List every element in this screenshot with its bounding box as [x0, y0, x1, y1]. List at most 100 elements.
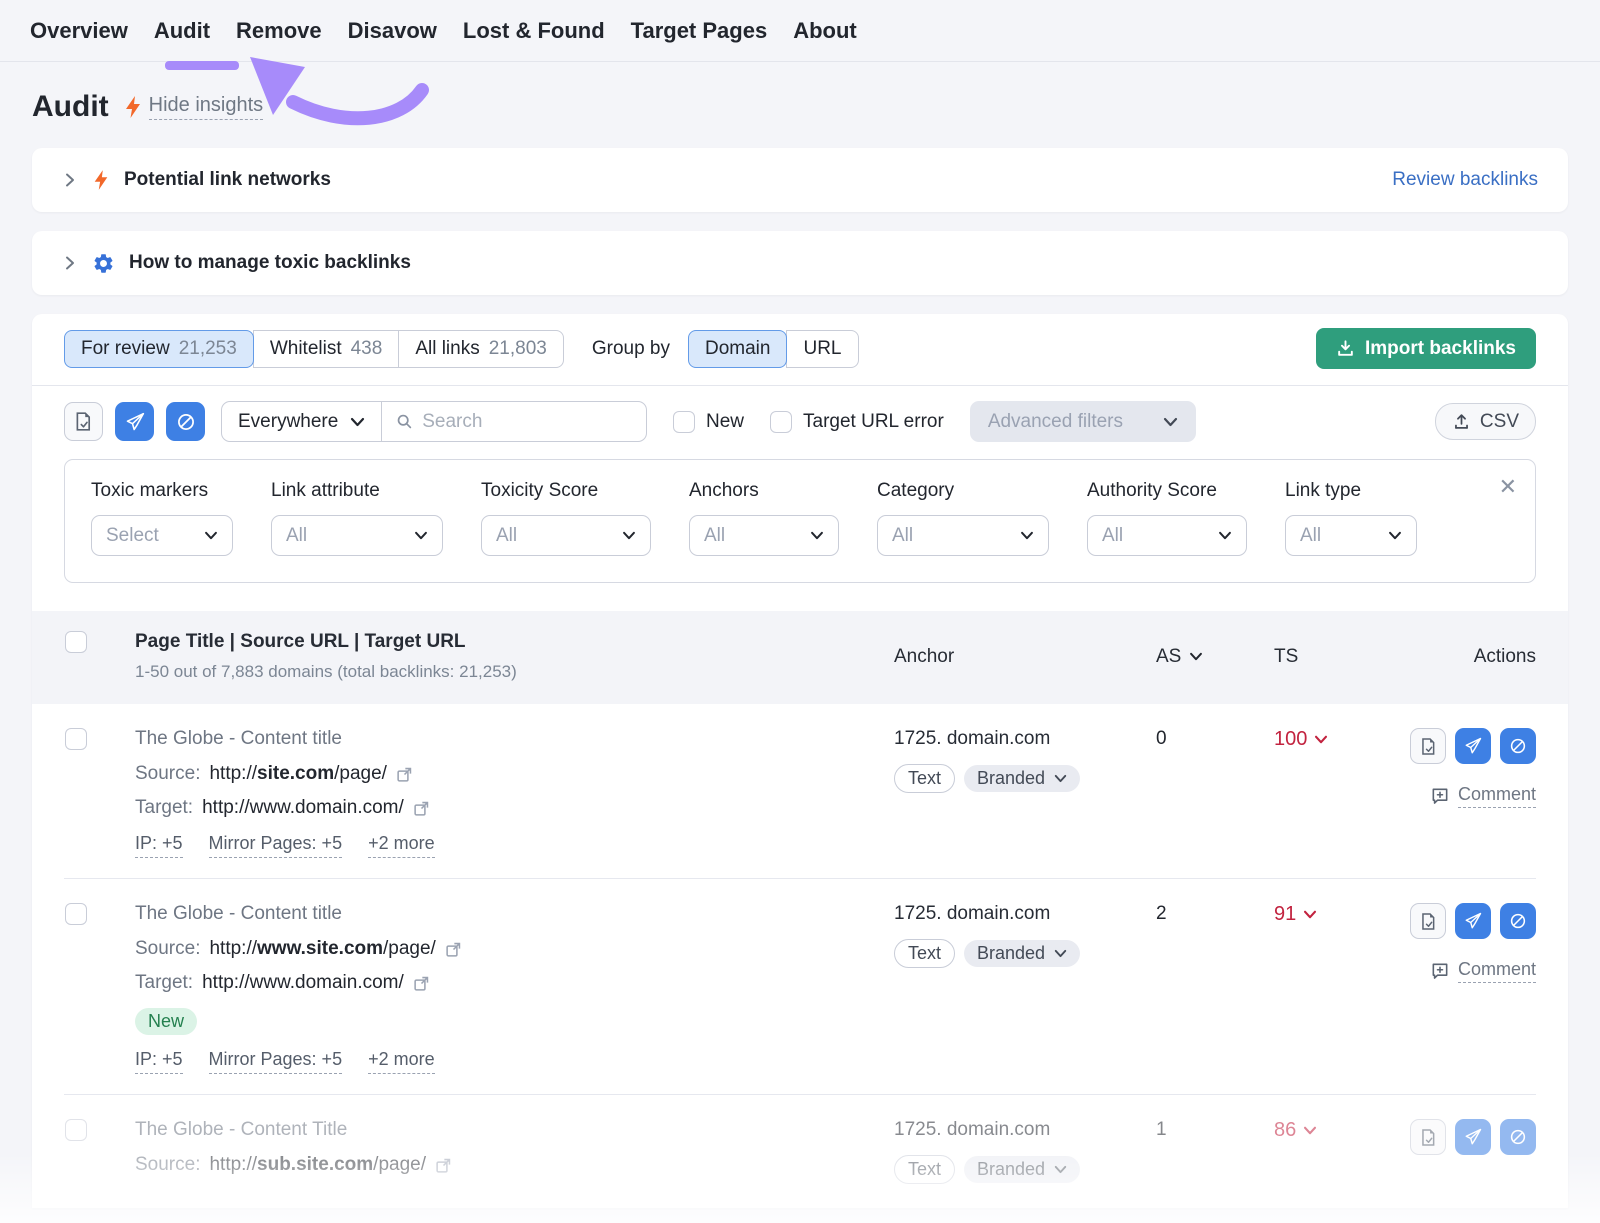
manage-toxic-backlinks-panel[interactable]: How to manage toxic backlinks	[32, 231, 1568, 295]
authority-score-value: 1	[1142, 1119, 1242, 1188]
tab-label: Whitelist	[270, 338, 342, 360]
nav-lost-found[interactable]: Lost & Found	[463, 18, 605, 44]
link-type-select[interactable]: All	[1285, 515, 1417, 556]
hide-insights-toggle[interactable]: Hide insights	[123, 94, 264, 120]
comment-button[interactable]: Comment	[1430, 784, 1536, 808]
source-url[interactable]: http://site.com/page/	[209, 763, 386, 785]
whitelist-action-button[interactable]	[1410, 903, 1446, 939]
mirror-pages-meta[interactable]: Mirror Pages: +5	[209, 1049, 343, 1074]
tab-whitelist[interactable]: Whitelist 438	[253, 330, 400, 368]
column-ts[interactable]: TS	[1242, 631, 1362, 682]
search-input[interactable]	[422, 411, 632, 433]
authority-score-select[interactable]: All	[1087, 515, 1247, 556]
nav-overview[interactable]: Overview	[30, 18, 128, 44]
external-link-icon[interactable]	[413, 975, 430, 992]
toxic-markers-select[interactable]: Select	[91, 515, 233, 556]
tab-count: 21,803	[489, 338, 547, 360]
ban-icon	[1509, 737, 1527, 755]
chevron-right-icon[interactable]	[62, 172, 78, 188]
tab-all-links[interactable]: All links 21,803	[398, 330, 564, 368]
nav-about[interactable]: About	[793, 18, 857, 44]
group-by-domain[interactable]: Domain	[688, 330, 787, 368]
whitelist-document-button[interactable]	[64, 402, 103, 441]
row-checkbox[interactable]	[78, 1119, 135, 1141]
nav-remove[interactable]: Remove	[236, 18, 322, 44]
target-url[interactable]: http://www.domain.com/	[202, 972, 404, 994]
potential-link-networks-panel[interactable]: Potential link networks Review backlinks	[32, 148, 1568, 212]
disavow-action-button[interactable]	[1500, 903, 1536, 939]
row-checkbox[interactable]	[78, 728, 135, 750]
row-checkbox[interactable]	[78, 903, 135, 925]
page-header: Audit Hide insights	[0, 62, 1600, 148]
more-meta[interactable]: +2 more	[368, 833, 435, 858]
ip-meta[interactable]: IP: +5	[135, 833, 183, 858]
target-url[interactable]: http://www.domain.com/	[202, 797, 404, 819]
anchor-type-badge[interactable]: Text	[894, 764, 955, 793]
checkbox-box[interactable]	[673, 411, 695, 433]
filter-label: Anchors	[689, 480, 839, 502]
scope-select[interactable]: Everywhere	[222, 402, 382, 441]
lightning-icon	[123, 95, 143, 119]
checkbox-box[interactable]	[770, 411, 792, 433]
anchor-category-dropdown[interactable]: Branded	[964, 1156, 1080, 1183]
source-url-line: Source: http://sub.site.com/page/	[135, 1154, 894, 1176]
category-select[interactable]: All	[877, 515, 1049, 556]
disavow-button[interactable]	[166, 402, 205, 441]
link-attribute-select[interactable]: All	[271, 515, 443, 556]
close-icon[interactable]: ✕	[1499, 476, 1517, 498]
column-anchor: Anchor	[894, 631, 1142, 682]
anchors-select[interactable]: All	[689, 515, 839, 556]
nav-target-pages[interactable]: Target Pages	[631, 18, 768, 44]
external-link-icon[interactable]	[413, 800, 430, 817]
toxicity-score-dropdown[interactable]: 91	[1242, 903, 1362, 926]
disavow-action-button[interactable]	[1500, 1119, 1536, 1155]
anchor-category-label: Branded	[977, 1159, 1045, 1180]
table-row: The Globe - Content title Source: http:/…	[64, 879, 1536, 1095]
anchor-category-dropdown[interactable]: Branded	[964, 940, 1080, 967]
disavow-action-button[interactable]	[1500, 728, 1536, 764]
filter-label: Authority Score	[1087, 480, 1247, 502]
chevron-down-icon	[350, 417, 365, 427]
select-all-checkbox[interactable]	[78, 631, 135, 653]
page-title: Audit	[32, 90, 109, 124]
paper-plane-icon	[1464, 1128, 1482, 1146]
import-backlinks-button[interactable]: Import backlinks	[1316, 328, 1536, 369]
chevron-right-icon[interactable]	[62, 255, 78, 271]
move-to-remove-action-button[interactable]	[1455, 1119, 1491, 1155]
move-to-remove-action-button[interactable]	[1455, 903, 1491, 939]
whitelist-action-button[interactable]	[1410, 728, 1446, 764]
review-backlinks-link[interactable]: Review backlinks	[1392, 169, 1538, 191]
group-by-url[interactable]: URL	[786, 330, 858, 368]
mirror-pages-meta[interactable]: Mirror Pages: +5	[209, 833, 343, 858]
page-title: The Globe - Content title	[135, 903, 894, 925]
export-csv-button[interactable]: CSV	[1435, 403, 1536, 440]
table-header: Page Title | Source URL | Target URL 1-5…	[32, 611, 1568, 704]
group-by-toggle: Domain URL	[688, 330, 859, 368]
new-checkbox[interactable]: New	[673, 411, 744, 433]
source-url[interactable]: http://www.site.com/page/	[209, 938, 435, 960]
comment-button[interactable]: Comment	[1430, 959, 1536, 983]
tab-for-review[interactable]: For review 21,253	[64, 330, 254, 368]
target-url-error-checkbox[interactable]: Target URL error	[770, 411, 944, 433]
panel-title: Potential link networks	[124, 169, 331, 191]
nav-disavow[interactable]: Disavow	[348, 18, 437, 44]
column-as-sort[interactable]: AS	[1142, 631, 1242, 682]
toxicity-score-dropdown[interactable]: 86	[1242, 1119, 1362, 1142]
move-to-remove-action-button[interactable]	[1455, 728, 1491, 764]
toxicity-score-dropdown[interactable]: 100	[1242, 728, 1362, 751]
whitelist-action-button[interactable]	[1410, 1119, 1446, 1155]
external-link-icon[interactable]	[435, 1157, 452, 1174]
external-link-icon[interactable]	[445, 941, 462, 958]
toxicity-score-select[interactable]: All	[481, 515, 651, 556]
anchor-text: 1725. domain.com	[894, 903, 1142, 925]
ip-meta[interactable]: IP: +5	[135, 1049, 183, 1074]
anchor-type-badge[interactable]: Text	[894, 939, 955, 968]
advanced-filters-button[interactable]: Advanced filters	[970, 401, 1196, 442]
more-meta[interactable]: +2 more	[368, 1049, 435, 1074]
source-url[interactable]: http://sub.site.com/page/	[209, 1154, 426, 1176]
move-to-remove-button[interactable]	[115, 402, 154, 441]
nav-audit[interactable]: Audit	[154, 18, 210, 44]
anchor-type-badge[interactable]: Text	[894, 1155, 955, 1184]
external-link-icon[interactable]	[396, 766, 413, 783]
anchor-category-dropdown[interactable]: Branded	[964, 765, 1080, 792]
